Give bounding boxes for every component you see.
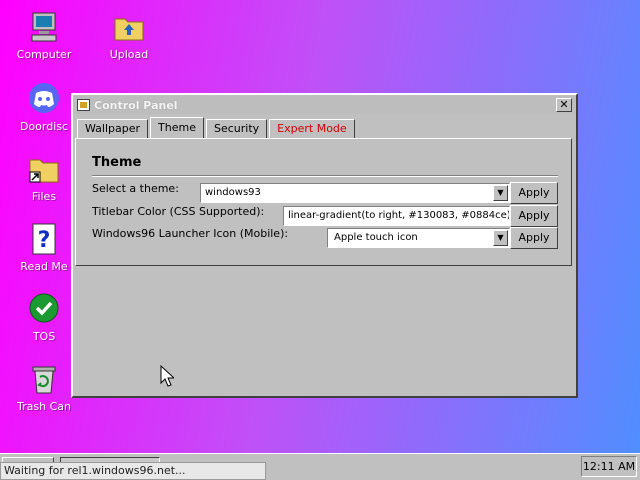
desktop-icon-label: Read Me xyxy=(20,260,68,273)
theme-select[interactable]: windows93 ▼ xyxy=(200,183,510,203)
upload-folder-icon xyxy=(112,10,146,44)
theme-select-value: windows93 xyxy=(205,187,261,198)
launcher-icon-label: Windows96 Launcher Icon (Mobile): xyxy=(92,227,289,240)
launcher-icon-select-value: Apple touch icon xyxy=(334,232,418,243)
desktop-icon-computer[interactable]: Computer xyxy=(8,10,80,61)
desktop-icon-label: Doordisc xyxy=(19,120,69,133)
desktop-icon-trash[interactable]: Trash Can xyxy=(8,362,80,413)
control-panel-icon xyxy=(77,99,90,111)
tab-wallpaper[interactable]: Wallpaper xyxy=(77,119,149,138)
panel-heading: Theme xyxy=(92,155,142,170)
check-icon xyxy=(27,292,61,326)
theme-select-label: Select a theme: xyxy=(92,182,179,195)
window-titlebar[interactable]: Control Panel ✕ xyxy=(74,96,575,114)
theme-panel: Theme Select a theme: windows93 ▼ Apply … xyxy=(75,138,572,266)
desktop-icon-label: TOS xyxy=(32,330,56,343)
tab-expert-mode[interactable]: Expert Mode xyxy=(269,119,355,138)
desktop-icon-label: Upload xyxy=(109,48,149,61)
chevron-down-icon[interactable]: ▼ xyxy=(493,230,508,246)
titlebar-color-input[interactable]: linear-gradient(to right, #130083, #0884… xyxy=(283,206,510,226)
help-icon: ? xyxy=(27,222,61,256)
discord-icon xyxy=(27,82,61,116)
chevron-down-icon[interactable]: ▼ xyxy=(493,185,508,201)
control-panel-window[interactable]: Control Panel ✕ Wallpaper Theme Security… xyxy=(71,93,578,398)
apply-titlebar-color-button[interactable]: Apply xyxy=(510,205,558,227)
desktop-icon-label: Trash Can xyxy=(17,400,71,413)
close-button[interactable]: ✕ xyxy=(556,98,572,112)
tab-security[interactable]: Security xyxy=(205,119,268,138)
mouse-cursor-icon xyxy=(160,364,176,390)
titlebar-color-label: Titlebar Color (CSS Supported): xyxy=(92,205,265,218)
tab-strip: Wallpaper Theme Security Expert Mode xyxy=(77,117,355,138)
desktop-icon-label: Computer xyxy=(16,48,72,61)
desktop-icon-tos[interactable]: TOS xyxy=(8,292,80,343)
taskbar-clock: 12:11 AM xyxy=(581,456,637,477)
launcher-icon-select[interactable]: Apple touch icon ▼ xyxy=(327,228,510,248)
computer-icon xyxy=(27,10,61,44)
desktop-icon-readme[interactable]: ? Read Me xyxy=(8,222,80,273)
browser-status-text: Waiting for rel1.windows96.net... xyxy=(0,462,266,480)
desktop-icon-doordisc[interactable]: Doordisc xyxy=(8,82,80,133)
window-title: Control Panel xyxy=(94,98,178,112)
heading-divider xyxy=(92,175,558,177)
apply-theme-button[interactable]: Apply xyxy=(510,182,558,204)
desktop-icon-files[interactable]: Files xyxy=(8,152,80,203)
folder-shortcut-icon xyxy=(27,152,61,186)
desktop-icon-label: Files xyxy=(31,190,57,203)
desktop-icon-upload[interactable]: Upload xyxy=(93,10,165,61)
trash-icon xyxy=(27,362,61,396)
apply-launcher-icon-button[interactable]: Apply xyxy=(510,227,558,249)
svg-text:?: ? xyxy=(38,228,51,253)
tab-theme[interactable]: Theme xyxy=(150,117,204,138)
